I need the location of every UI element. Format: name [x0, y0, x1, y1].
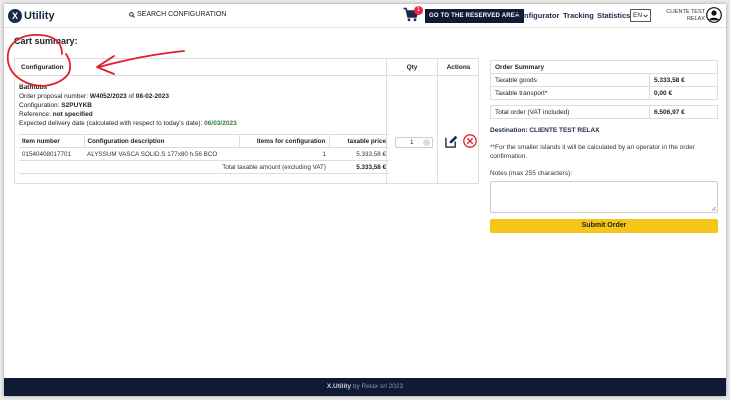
app-logo[interactable]: X Utility	[8, 9, 55, 23]
summary-row-transport: Taxable transport* 0,00 €	[490, 86, 718, 100]
footer-brand: X.Utility	[326, 383, 352, 390]
summary-row-total: Total order (VAT included) 6.506,97 €	[490, 105, 718, 119]
quantity-stepper[interactable]: 1	[395, 137, 433, 148]
nav-statistics[interactable]: Statistics	[597, 11, 630, 20]
search-configuration-link[interactable]: SEARCH CONFIGURATION	[129, 11, 226, 18]
header-item-number: Item number	[19, 134, 85, 148]
total-order-value: 6.506,97 €	[649, 105, 718, 119]
footer-text: by Relax srl 2023	[351, 383, 404, 390]
table-row: 01540408017701 ALYSSUM VASCA SOLID.S 177…	[19, 147, 389, 161]
user-name[interactable]: CLIENTE TEST RELAX	[659, 9, 705, 23]
column-header-configuration: Configuration	[15, 59, 386, 76]
top-navbar: X Utility SEARCH CONFIGURATION 1 GO TO T…	[4, 4, 726, 28]
header-description: Configuration description	[84, 134, 240, 148]
notes-textarea[interactable]	[490, 181, 718, 213]
language-select[interactable]: EN	[630, 9, 651, 22]
configuration-items-table: Item number Configuration description It…	[19, 134, 389, 174]
total-value: 5.333,58 €	[329, 160, 389, 174]
language-value: EN	[633, 12, 643, 19]
spinner-icon[interactable]	[423, 139, 430, 146]
edit-icon[interactable]	[445, 135, 458, 148]
nav-configurator[interactable]: Configurator	[514, 11, 559, 20]
column-divider	[437, 59, 438, 183]
column-header-actions: Actions	[438, 59, 479, 76]
islands-note: **For the smaller islands it will be cal…	[490, 144, 695, 160]
reference-value: not specified	[52, 111, 93, 118]
logo-text: Utility	[24, 10, 55, 22]
total-order-label: Total order (VAT included)	[490, 105, 650, 119]
search-label: SEARCH CONFIGURATION	[137, 11, 227, 18]
user-name-line2: RELAX	[686, 16, 705, 22]
quantity-value: 1	[410, 139, 414, 146]
delivery-date: 06/03/2023	[204, 120, 237, 127]
configuration-code: S2PUYKB	[61, 102, 92, 109]
proposal-number: W4052/2023	[89, 93, 127, 100]
destination: Destination: CLIENTE TEST RELAX	[490, 127, 600, 134]
user-avatar-icon[interactable]	[706, 7, 722, 23]
delivery-date-line: Expected delivery date (calculated with …	[19, 120, 237, 127]
app-window: X Utility SEARCH CONFIGURATION 1 GO TO T…	[4, 4, 726, 396]
summary-row-goods: Taxable goods 5.333,58 €	[490, 73, 718, 87]
reference-line: Reference: not specified	[19, 111, 93, 118]
user-name-line1: CLIENTE TEST	[666, 9, 705, 15]
taxable-goods-value: 5.333,58 €	[649, 73, 718, 87]
remove-icon[interactable]	[463, 134, 477, 148]
search-icon	[129, 11, 135, 18]
item-number: 01540408017701	[19, 147, 84, 161]
resize-grip-icon[interactable]	[711, 206, 716, 211]
notes-label: Notes (max 255 characters):	[490, 170, 573, 177]
product-category: Bathtubs	[19, 84, 48, 91]
logo-mark: X	[8, 9, 22, 23]
order-summary-table: Order Summary Taxable goods 5.333,58 € T…	[490, 60, 718, 119]
total-label: Total taxable amount (excluding VAT)	[19, 160, 329, 174]
transport-label: Taxable transport*	[490, 86, 650, 100]
configuration-details: Bathtubs Order proposal number: W4052/20…	[19, 83, 389, 128]
page-title: Cart summary:	[14, 36, 78, 46]
table-header-row: Item number Configuration description It…	[19, 134, 389, 148]
taxable-goods-label: Taxable goods	[490, 73, 650, 87]
order-summary-title: Order Summary	[490, 60, 718, 74]
total-row: Total taxable amount (excluding VAT) 5.3…	[19, 160, 389, 174]
proposal-number-line: Order proposal number: W4052/2023 of 08-…	[19, 93, 169, 100]
item-qty-per-config: 1	[239, 147, 329, 161]
column-header-qty: Qty	[387, 59, 437, 76]
chevron-down-icon	[643, 14, 648, 18]
cart-count-badge: 1	[414, 6, 423, 15]
configuration-code-line: Configuration: S2PUYKB	[19, 102, 92, 109]
item-description: ALYSSUM VASCA SOLID.S 177x80 h.56 BCO	[84, 147, 239, 161]
cart-button[interactable]: 1	[403, 6, 423, 23]
order-summary-header: Order Summary	[490, 60, 718, 74]
reserved-area-button[interactable]: GO TO THE RESERVED AREA	[425, 9, 524, 23]
transport-value: 0,00 €	[649, 86, 718, 100]
nav-tracking[interactable]: Tracking	[563, 11, 594, 20]
footer: X.Utility by Relax srl 2023	[4, 378, 726, 396]
proposal-date: 08-02-2023	[135, 93, 169, 100]
item-price: 5.333,58 €	[329, 147, 389, 161]
cart-table: Configuration Qty Actions Bathtubs Order…	[14, 58, 479, 184]
submit-order-button[interactable]: Submit Order	[490, 219, 718, 233]
header-taxable-price: taxable price	[329, 134, 389, 148]
header-items-per-config: Items for configuration	[239, 134, 330, 148]
